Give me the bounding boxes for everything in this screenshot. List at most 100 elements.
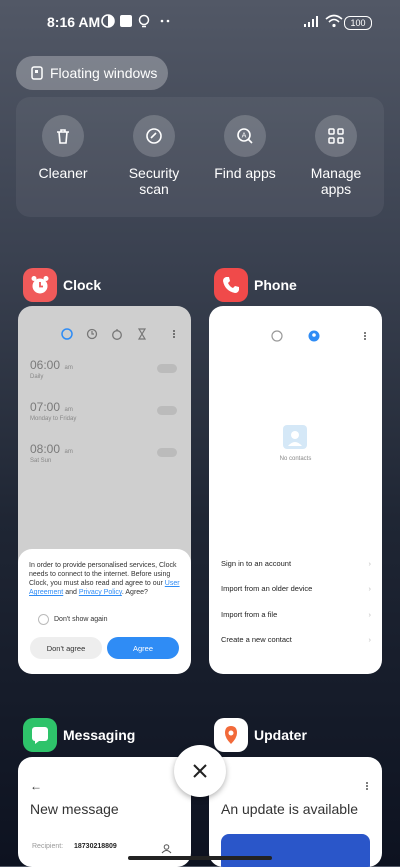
menu-item-label: Import from an older device xyxy=(221,584,313,593)
phone-menu-item[interactable]: Create a new contact › xyxy=(221,635,371,644)
svg-text:A: A xyxy=(242,132,247,140)
checkbox-label: Don't show again xyxy=(54,616,108,623)
new-message-title: New message xyxy=(30,801,119,817)
more-options-icon[interactable] xyxy=(364,779,370,797)
cleaner-label: Cleaner xyxy=(38,165,88,181)
alarm-toggle[interactable] xyxy=(157,448,177,457)
back-arrow-icon[interactable]: ← xyxy=(30,779,42,793)
find-apps-button[interactable]: A Find apps xyxy=(205,115,285,181)
dialog-text: and xyxy=(63,589,79,596)
stopwatch-tab-icon xyxy=(111,327,123,345)
alarm-toggle[interactable] xyxy=(157,364,177,373)
dialog-text: In order to provide personalised service… xyxy=(29,562,177,587)
no-contacts-icon xyxy=(283,425,307,454)
quick-tools-panel: Cleaner Security scan A Find apps Manage… xyxy=(16,97,384,217)
clear-all-button[interactable] xyxy=(174,745,226,797)
more-options-icon[interactable] xyxy=(362,329,368,347)
wifi-icon xyxy=(325,14,343,28)
messaging-app-header[interactable]: Messaging xyxy=(23,717,135,753)
messaging-app-name: Messaging xyxy=(63,727,136,743)
recipient-value[interactable]: 18730218809 xyxy=(74,843,117,850)
floating-window-icon xyxy=(30,66,44,80)
phone-app-header[interactable]: Phone xyxy=(214,267,297,303)
search-a-icon: A xyxy=(224,115,266,157)
bulb-icon xyxy=(137,14,151,28)
dialog-message: In order to provide personalised service… xyxy=(29,561,181,597)
update-banner-image xyxy=(221,834,370,867)
alarm-ampm: am xyxy=(64,365,73,371)
battery-indicator: 100 xyxy=(344,16,372,30)
updater-app-name: Updater xyxy=(254,727,307,743)
dont-agree-button[interactable]: Don't agree xyxy=(30,637,102,659)
clock-app-name: Clock xyxy=(63,277,102,293)
chevron-right-icon: › xyxy=(368,635,372,644)
alarm-repeat: Sat Sun xyxy=(30,458,52,464)
shield-check-icon xyxy=(133,115,175,157)
menu-item-label: Sign in to an account xyxy=(221,559,292,568)
phone-menu-item[interactable]: Sign in to an account › xyxy=(221,559,371,568)
data-saver-icon xyxy=(101,14,115,28)
phone-menu-item[interactable]: Import from a file › xyxy=(221,610,371,619)
alarm-ampm: am xyxy=(64,407,73,413)
dialog-text: . Agree? xyxy=(121,589,148,596)
alarm-item[interactable]: 06:00 am Daily xyxy=(30,356,73,380)
permission-dialog: In order to provide personalised service… xyxy=(18,549,191,674)
world-clock-tab-icon xyxy=(86,327,98,345)
status-bar: 8:16 AM 100 xyxy=(0,0,400,44)
messaging-app-icon xyxy=(23,718,57,752)
chevron-right-icon: › xyxy=(368,610,372,619)
close-icon xyxy=(192,763,208,779)
chevron-right-icon: › xyxy=(368,559,372,568)
home-indicator[interactable] xyxy=(128,856,272,860)
phone-menu-item[interactable]: Import from an older device › xyxy=(221,584,371,593)
recipient-label: Recipient: xyxy=(32,843,64,850)
menu-item-label: Import from a file xyxy=(221,610,278,619)
floating-windows-button[interactable]: Floating windows xyxy=(16,56,168,90)
square-notification-icon xyxy=(119,14,133,28)
updater-app-icon xyxy=(214,718,248,752)
agree-button[interactable]: Agree xyxy=(107,637,179,659)
update-available-title: An update is available xyxy=(221,801,358,817)
clock-app-card[interactable]: 06:00 am Daily 07:00 am Monday to Friday… xyxy=(18,306,191,674)
chevron-right-icon: › xyxy=(368,584,372,593)
privacy-policy-link[interactable]: Privacy Policy xyxy=(79,589,122,596)
alarm-time: 07:00 xyxy=(30,400,61,414)
status-time: 8:16 AM xyxy=(47,14,101,30)
manage-apps-button[interactable]: Manage apps xyxy=(296,115,376,197)
signal-icon xyxy=(303,14,321,28)
call-log-tab-icon xyxy=(271,329,283,347)
security-scan-label: Security scan xyxy=(128,165,180,197)
cleaner-button[interactable]: Cleaner xyxy=(23,115,103,181)
more-notifications-icon xyxy=(158,14,172,28)
updater-app-card[interactable]: An update is available xyxy=(209,757,382,867)
alarm-ampm: am xyxy=(64,449,73,455)
alarm-time: 08:00 xyxy=(30,442,61,456)
updater-app-header[interactable]: Updater xyxy=(214,717,307,753)
alarm-item[interactable]: 08:00 am Sat Sun xyxy=(30,440,73,464)
alarm-repeat: Monday to Friday xyxy=(30,416,77,422)
security-scan-button[interactable]: Security scan xyxy=(114,115,194,197)
alarm-item[interactable]: 07:00 am Monday to Friday xyxy=(30,398,76,422)
manage-apps-label: Manage apps xyxy=(310,165,362,197)
find-apps-label: Find apps xyxy=(214,165,276,181)
phone-app-icon xyxy=(214,268,248,302)
floating-windows-label: Floating windows xyxy=(50,65,158,81)
messaging-app-card[interactable]: ← New message Recipient: 18730218809 xyxy=(18,757,191,867)
clock-app-header[interactable]: Clock xyxy=(23,267,101,303)
alarm-toggle[interactable] xyxy=(157,406,177,415)
more-options-icon[interactable] xyxy=(171,327,177,345)
grid-icon xyxy=(315,115,357,157)
clock-app-icon xyxy=(23,268,57,302)
timer-tab-icon xyxy=(136,327,148,345)
dont-show-again-checkbox[interactable]: Don't show again xyxy=(38,614,107,625)
no-contacts-text: No contacts xyxy=(279,456,312,462)
checkbox-icon xyxy=(38,614,49,625)
menu-item-label: Create a new contact xyxy=(221,635,292,644)
alarm-repeat: Daily xyxy=(30,374,44,380)
phone-app-name: Phone xyxy=(254,277,297,293)
alarm-time: 06:00 xyxy=(30,358,61,372)
trash-icon xyxy=(42,115,84,157)
phone-app-card[interactable]: No contacts Sign in to an account › Impor… xyxy=(209,306,382,674)
contacts-tab-icon xyxy=(308,329,320,347)
alarm-tab-icon xyxy=(61,327,73,345)
